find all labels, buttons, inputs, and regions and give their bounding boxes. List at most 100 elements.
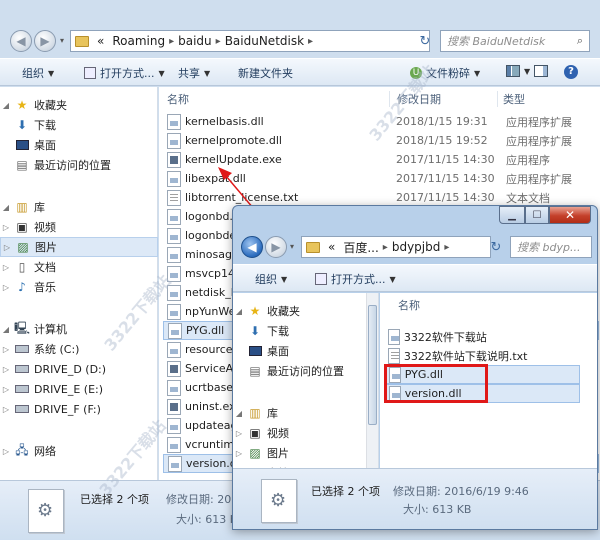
expand-icon[interactable]: ▷ (233, 429, 245, 438)
organize-menu[interactable]: 组织 ▼ (22, 65, 54, 81)
address-segment-baidunetdisk[interactable]: BaiduNetdisk (221, 34, 308, 48)
shred-icon: U (410, 67, 422, 79)
column-header-name[interactable]: 名称 (167, 89, 189, 109)
chevron-down-icon: ▼ (281, 274, 288, 284)
nav-documents[interactable]: ▷ ▯ 文档 (0, 257, 158, 277)
system-drive-icon (14, 342, 30, 356)
chevron-down-icon: ▼ (474, 68, 481, 78)
nav-label: 图片 (267, 447, 289, 460)
nav-favorites[interactable]: ◢ ★ 收藏夹 (233, 301, 378, 321)
expand-icon[interactable]: ▷ (0, 385, 12, 394)
preview-pane-button[interactable] (534, 65, 548, 77)
nav-label: 音乐 (34, 281, 56, 294)
nav-recent[interactable]: ▤ 最近访问的位置 (0, 155, 158, 175)
nav-favorites[interactable]: ◢ ★ 收藏夹 (0, 95, 158, 115)
nav-libraries[interactable]: ◢ ▥ 库 (233, 403, 378, 423)
file-name: kernelbasis.dll (185, 115, 264, 128)
share-menu[interactable]: 共享 ▼ (178, 65, 210, 81)
nav-downloads[interactable]: ⬇ 下载 (233, 321, 378, 341)
address-overflow[interactable]: « (93, 34, 108, 48)
back-button[interactable]: ◀ (10, 30, 32, 52)
minimize-icon: ▁ (508, 209, 516, 221)
file-row[interactable]: kernelpromote.dll 2018/1/15 19:52 应用程序扩展 (163, 131, 599, 150)
file-row[interactable]: kernelUpdate.exe 2017/11/15 14:30 应用程序 (163, 150, 599, 169)
new-folder-button[interactable]: 新建文件夹 (238, 65, 293, 81)
expand-icon[interactable]: ▷ (1, 243, 13, 252)
column-header-type[interactable]: 类型 (503, 89, 525, 109)
application-file-icon (167, 360, 181, 377)
nav-drive-d[interactable]: ▷ DRIVE_D (D:) (0, 359, 158, 379)
expand-icon[interactable]: ▷ (0, 223, 12, 232)
view-options-button[interactable]: ▼ (506, 65, 530, 77)
expand-icon[interactable]: ◢ (233, 409, 245, 418)
file-shred-button[interactable]: U 文件粉碎 ▼ (410, 65, 480, 81)
address-bar[interactable]: « 百度... ▸ bdypjbd ▸ (301, 236, 491, 258)
expand-icon[interactable]: ▷ (0, 345, 12, 354)
address-segment-bdypjbd[interactable]: bdypjbd (388, 240, 445, 254)
open-with-menu[interactable]: 打开方式... ▼ (315, 271, 396, 287)
nav-desktop[interactable]: 桌面 (233, 341, 378, 361)
search-input[interactable]: 搜索 bdyp... (510, 236, 592, 258)
expand-icon[interactable]: ▷ (0, 365, 12, 374)
recent-pages-dropdown[interactable]: ▾ (290, 242, 300, 252)
dll-file-icon (167, 341, 181, 358)
nav-drive-f[interactable]: ▷ DRIVE_F (F:) (0, 399, 158, 419)
maximize-button[interactable]: ☐ (525, 206, 549, 224)
address-segment-roaming[interactable]: Roaming (108, 34, 169, 48)
nav-libraries[interactable]: ◢ ▥ 库 (0, 197, 158, 217)
organize-menu[interactable]: 组织 ▼ (255, 271, 287, 287)
nav-scrollbar[interactable] (366, 293, 378, 468)
close-button[interactable]: ✕ (549, 206, 591, 224)
file-row[interactable]: libexpat.dll 2017/11/15 14:30 应用程序扩展 (163, 169, 599, 188)
expand-icon[interactable]: ▷ (233, 449, 245, 458)
nav-videos[interactable]: ▷ ▣ 视频 (233, 423, 378, 443)
address-bar[interactable]: « Roaming ▸ baidu ▸ BaiduNetdisk ▸ (70, 30, 430, 52)
nav-videos[interactable]: ▷ ▣ 视频 (0, 217, 158, 237)
column-divider[interactable] (497, 91, 498, 107)
address-segment-baidu[interactable]: 百度... (339, 239, 382, 256)
file-row[interactable]: 3322软件下载站 (384, 327, 580, 346)
forward-button[interactable]: ▶ (265, 236, 287, 258)
file-row[interactable]: 3322软件站下载说明.txt (384, 346, 580, 365)
column-header-name[interactable]: 名称 (398, 295, 420, 315)
nav-music[interactable]: ▷ ♪ 音乐 (0, 277, 158, 297)
chevron-right-icon[interactable]: ▸ (308, 36, 313, 47)
address-segment-baidu[interactable]: baidu (174, 34, 216, 48)
expand-icon[interactable]: ▷ (0, 263, 12, 272)
help-button[interactable]: ? (564, 65, 578, 79)
expand-icon[interactable]: ◢ (0, 101, 12, 110)
nav-drive-e[interactable]: ▷ DRIVE_E (E:) (0, 379, 158, 399)
refresh-button[interactable]: ↻ (414, 30, 436, 52)
file-row[interactable]: kernelbasis.dll 2018/1/15 19:31 应用程序扩展 (163, 112, 599, 131)
column-divider[interactable] (389, 91, 390, 107)
chevron-right-icon[interactable]: ▸ (444, 242, 449, 253)
nav-pictures[interactable]: ▷ ▨ 图片 (233, 443, 378, 463)
nav-recent[interactable]: ▤ 最近访问的位置 (233, 361, 378, 381)
nav-computer[interactable]: ◢ 🖳 计算机 (0, 319, 158, 339)
expand-icon[interactable]: ▷ (0, 405, 12, 414)
back-button[interactable]: ◀ (241, 236, 263, 258)
window-controls: ▁ ☐ ✕ (499, 206, 591, 224)
nav-pictures[interactable]: ▷ ▨ 图片 (0, 237, 158, 257)
expand-icon[interactable]: ◢ (0, 203, 12, 212)
scrollbar-thumb[interactable] (368, 305, 377, 425)
forward-button[interactable]: ▶ (34, 30, 56, 52)
minimize-button[interactable]: ▁ (499, 206, 525, 224)
address-overflow[interactable]: « (324, 240, 339, 254)
expand-icon[interactable]: ◢ (0, 325, 12, 334)
refresh-button[interactable]: ↻ (485, 236, 507, 258)
help-icon: ? (564, 65, 578, 79)
nav-network[interactable]: ▷ 🖧 网络 (0, 441, 158, 461)
nav-desktop[interactable]: 桌面 (0, 135, 158, 155)
expand-icon[interactable]: ◢ (233, 307, 245, 316)
column-header-date[interactable]: 修改日期 (397, 89, 441, 109)
nav-downloads[interactable]: ⬇ 下载 (0, 115, 158, 135)
recent-pages-dropdown[interactable]: ▾ (60, 36, 70, 46)
open-with-menu[interactable]: 打开方式... ▼ (84, 65, 165, 81)
search-input[interactable]: 搜索 BaiduNetdisk ⌕ (440, 30, 590, 52)
nav-drive-c[interactable]: ▷ 系统 (C:) (0, 339, 158, 359)
expand-icon[interactable]: ▷ (0, 283, 12, 292)
expand-icon[interactable]: ▷ (0, 447, 12, 456)
open-with-icon (84, 67, 96, 79)
address-row: ◀ ▶ ▾ « Roaming ▸ baidu ▸ BaiduNetdisk ▸… (0, 26, 600, 56)
